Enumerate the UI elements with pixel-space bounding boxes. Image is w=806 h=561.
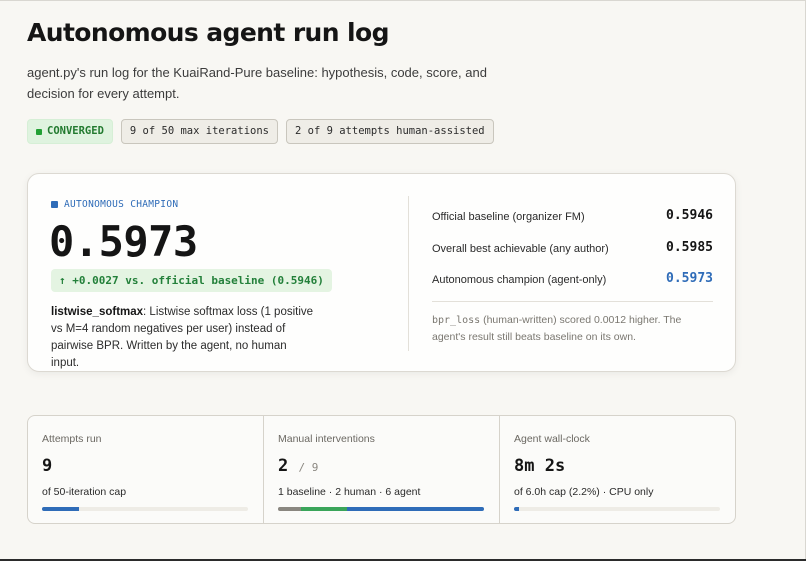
note-code: bpr_loss bbox=[432, 315, 481, 326]
stat-subtext: of 6.0h cap (2.2%) · CPU only bbox=[514, 486, 654, 498]
stat-subtext: of 50-iteration cap bbox=[42, 486, 127, 498]
stat-attempts: Attempts run 9 of 50-iteration cap bbox=[28, 416, 264, 523]
stat-value: 9 bbox=[42, 456, 53, 476]
champion-square-icon bbox=[51, 201, 58, 208]
interventions-segment-agent bbox=[346, 507, 484, 511]
stat-value-total: / 9 bbox=[298, 461, 319, 474]
stat-value: 8m 2s bbox=[514, 456, 566, 476]
window-top-edge bbox=[0, 0, 806, 1]
card-divider bbox=[408, 196, 409, 351]
status-badge: CONVERGED bbox=[27, 119, 113, 144]
comparison-note: bpr_loss (human-written) scored 0.0012 h… bbox=[432, 312, 702, 345]
champion-description: listwise_softmax: Listwise softmax loss … bbox=[51, 304, 316, 372]
page-subtitle: agent.py's run log for the KuaiRand-Pure… bbox=[27, 65, 487, 101]
stat-value-number: 2 bbox=[278, 456, 289, 476]
badge-row: CONVERGED 9 of 50 max iterations 2 of 9 … bbox=[27, 119, 747, 144]
comparison-label: Official baseline (organizer FM) bbox=[432, 211, 585, 223]
stat-label: Manual interventions bbox=[278, 433, 375, 445]
comparison-value: 0.5985 bbox=[666, 240, 713, 255]
stat-value: 2 / 9 bbox=[278, 456, 318, 476]
stat-wallclock: Agent wall-clock 8m 2s of 6.0h cap (2.2%… bbox=[500, 416, 735, 523]
stat-label: Attempts run bbox=[42, 433, 102, 445]
page-title: Autonomous agent run log bbox=[27, 18, 390, 47]
status-badge-label: CONVERGED bbox=[47, 125, 104, 137]
champion-delta-badge: ↑ +0.0027 vs. official baseline (0.5946) bbox=[51, 269, 332, 292]
champion-label: AUTONOMOUS CHAMPION bbox=[51, 199, 178, 210]
interventions-progress-bar bbox=[278, 507, 484, 511]
stats-panel: Attempts run 9 of 50-iteration cap Manua… bbox=[27, 415, 736, 524]
stat-interventions: Manual interventions 2 / 9 1 baseline · … bbox=[264, 416, 500, 523]
attempts-progress-fill bbox=[42, 507, 80, 511]
champion-method-name: listwise_softmax bbox=[51, 306, 144, 318]
attempts-progress-bar bbox=[42, 507, 248, 511]
comparison-value: 0.5946 bbox=[666, 208, 713, 223]
comparison-value: 0.5973 bbox=[666, 271, 713, 286]
comparison-label: Overall best achievable (any author) bbox=[432, 243, 609, 255]
champion-card: AUTONOMOUS CHAMPION 0.5973 ↑ +0.0027 vs.… bbox=[27, 173, 736, 372]
stat-label: Agent wall-clock bbox=[514, 433, 590, 445]
status-dot-icon bbox=[36, 128, 42, 135]
human-assisted-badge: 2 of 9 attempts human-assisted bbox=[285, 119, 494, 144]
page: Autonomous agent run log agent.py's run … bbox=[27, 16, 747, 524]
iterations-badge: 9 of 50 max iterations bbox=[120, 119, 278, 144]
champion-label-text: AUTONOMOUS CHAMPION bbox=[64, 199, 179, 210]
interventions-segment-human bbox=[300, 507, 347, 511]
wallclock-progress-fill bbox=[514, 507, 519, 511]
interventions-segment-baseline bbox=[278, 507, 301, 511]
comparison-divider bbox=[432, 301, 713, 302]
comparison-label: Autonomous champion (agent-only) bbox=[432, 274, 607, 286]
wallclock-progress-bar bbox=[514, 507, 720, 511]
comparison-row-baseline: Official baseline (organizer FM) 0.5946 bbox=[432, 208, 713, 228]
champion-score: 0.5973 bbox=[49, 217, 198, 266]
comparison-row-best: Overall best achievable (any author) 0.5… bbox=[432, 240, 713, 260]
comparison-row-champion: Autonomous champion (agent-only) 0.5973 bbox=[432, 271, 713, 291]
stat-subtext: 1 baseline · 2 human · 6 agent bbox=[278, 486, 421, 498]
